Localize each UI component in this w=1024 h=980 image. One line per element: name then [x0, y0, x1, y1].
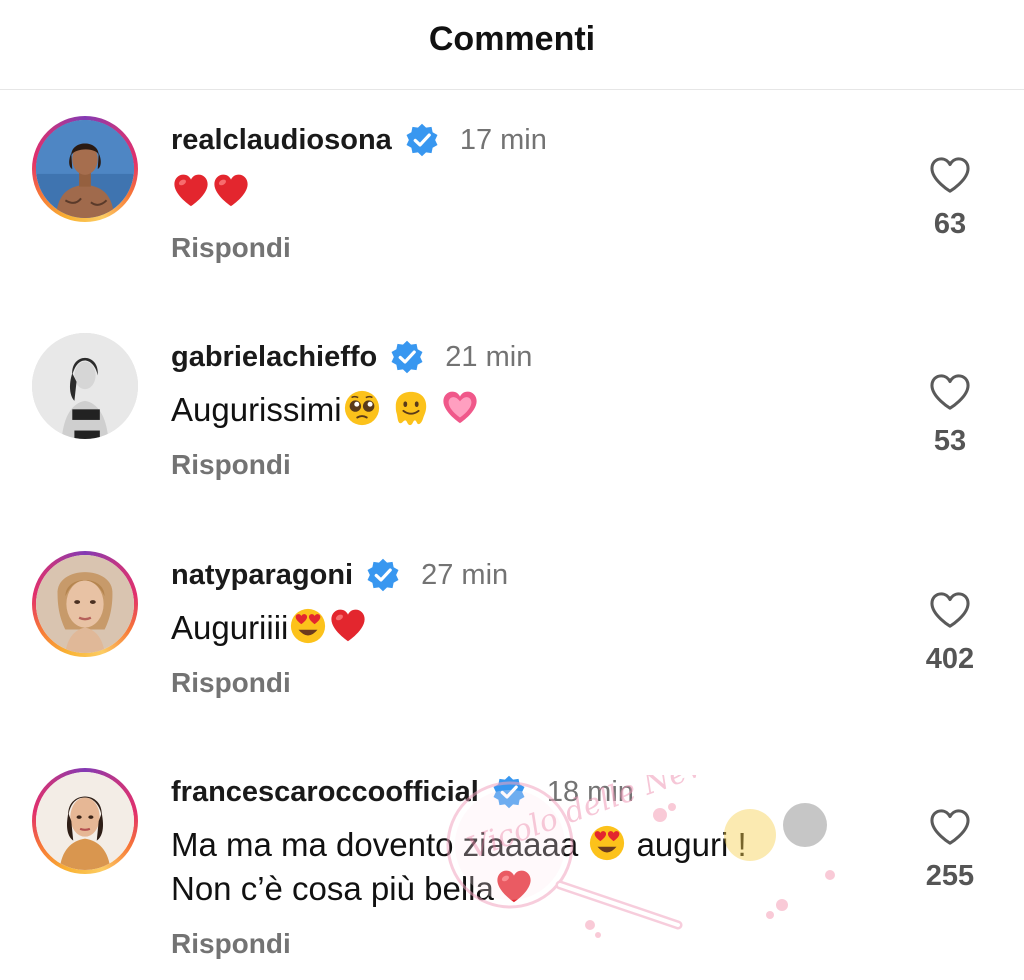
comment-text-content: Auguriiii: [171, 609, 289, 646]
like-control: 255: [900, 808, 1000, 893]
pleading-face-emoji: [343, 389, 381, 427]
reply-button[interactable]: Rispondi: [171, 928, 291, 960]
like-control: 53: [900, 373, 1000, 458]
heart-outline-icon[interactable]: [929, 373, 971, 411]
username[interactable]: gabrielachieffo: [171, 341, 377, 374]
heart-outline-icon[interactable]: [929, 808, 971, 846]
username[interactable]: francescaroccoofficial: [171, 776, 479, 809]
username[interactable]: realclaudiosona: [171, 124, 392, 157]
heart-outline-icon[interactable]: [929, 156, 971, 194]
heart-eyes-emoji: [588, 824, 626, 862]
red-heart-emoji: [172, 172, 210, 210]
like-count: 402: [925, 643, 975, 675]
timestamp: 17 min: [459, 123, 547, 156]
comment-item: realclaudiosona 17 min Rispondi 63: [0, 116, 1024, 316]
comment-text-line1: Ma ma ma dovento ziaaaaa: [171, 826, 579, 863]
reply-button[interactable]: Rispondi: [171, 449, 291, 481]
red-heart-emoji: [212, 172, 250, 210]
comment-text: Auguriiii: [171, 606, 368, 650]
comments-header: Commenti: [0, 0, 1024, 90]
comment-item: natyparagoni 27 min Auguriiii Rispondi 4…: [0, 551, 1024, 751]
comment-item: gabrielachieffo 21 min Augurissimi Rispo…: [0, 333, 1024, 533]
comment-text: [171, 171, 251, 215]
verified-badge-icon: [389, 339, 425, 375]
pink-heart-emoji: [441, 389, 479, 427]
comment-meta: francescaroccoofficial 18 min: [171, 774, 634, 810]
reply-button[interactable]: Rispondi: [171, 667, 291, 699]
red-heart-emoji: [329, 607, 367, 645]
comment-text-line1b: auguri !: [636, 826, 747, 863]
timestamp: 27 min: [421, 558, 509, 591]
timestamp: 18 min: [546, 775, 634, 808]
comment-item: francescaroccoofficial 18 min Ma ma ma d…: [0, 768, 1024, 968]
avatar[interactable]: [32, 116, 138, 222]
avatar[interactable]: [32, 768, 138, 874]
woman-brunette-avatar: [36, 772, 134, 870]
woman-blonde-avatar: [36, 555, 134, 653]
like-count: 53: [933, 425, 967, 457]
comment-meta: gabrielachieffo 21 min: [171, 339, 532, 375]
page-title: Commenti: [428, 20, 596, 58]
heart-eyes-emoji: [289, 607, 327, 645]
comment-text-line2: Non c’è cosa più bella: [171, 870, 494, 907]
like-control: 63: [900, 156, 1000, 241]
reply-button[interactable]: Rispondi: [171, 232, 291, 264]
verified-badge-icon: [491, 774, 527, 810]
avatar[interactable]: [32, 333, 138, 439]
heart-outline-icon[interactable]: [929, 591, 971, 629]
comment-text: Augurissimi: [171, 388, 480, 432]
comment-text: Ma ma ma dovento ziaaaaa auguri ! Non c’…: [171, 823, 747, 911]
username[interactable]: natyparagoni: [171, 559, 353, 592]
like-count: 63: [933, 208, 967, 240]
red-heart-emoji: [495, 868, 533, 906]
verified-badge-icon: [365, 557, 401, 593]
timestamp: 21 min: [445, 340, 533, 373]
comment-text-content: Augurissimi: [171, 391, 342, 428]
like-count: 255: [925, 860, 975, 892]
comment-meta: natyparagoni 27 min: [171, 557, 508, 593]
avatar[interactable]: [32, 551, 138, 657]
comment-meta: realclaudiosona 17 min: [171, 122, 547, 158]
like-control: 402: [900, 591, 1000, 676]
woman-bw-avatar: [32, 333, 138, 439]
verified-badge-icon: [404, 122, 440, 158]
melting-face-emoji: [392, 389, 430, 427]
man-shirtless-avatar: [36, 120, 134, 218]
